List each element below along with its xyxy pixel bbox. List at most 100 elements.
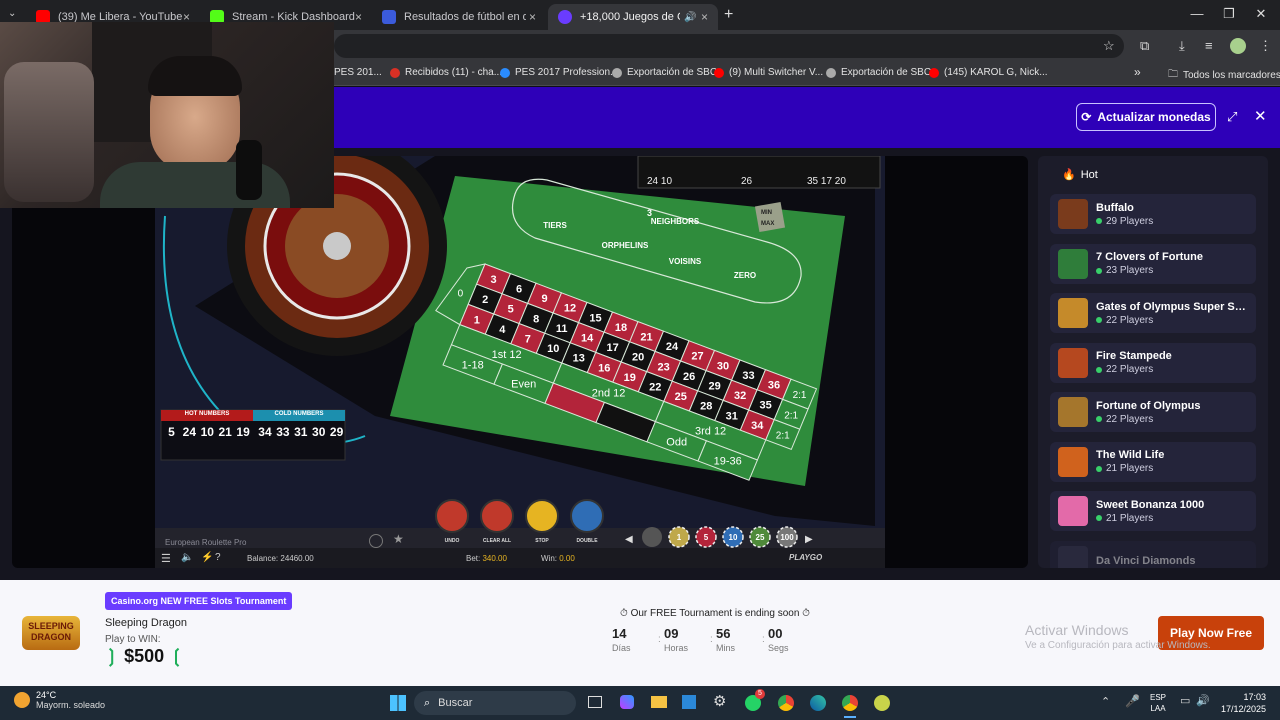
menu-icon[interactable]: ☰ [161,552,171,565]
windows-start-icon[interactable] [390,695,406,711]
download-icon[interactable]: ⤓ [1179,38,1185,54]
number-label: 28 [700,401,712,413]
weather-widget[interactable]: 24°C Mayorm. soleado [14,690,105,710]
task-view-icon[interactable] [588,696,602,708]
language-indicator[interactable]: ESP LAA [1150,692,1166,714]
online-dot-icon [1096,317,1102,323]
control-stop-button[interactable] [525,499,559,533]
history-icon[interactable] [369,534,383,548]
chip-value: 25 [756,533,765,542]
bookmark-label: PES 201... [334,67,382,78]
number-label: 3 [490,274,496,286]
countdown-separator: : [762,634,765,645]
bookmark-item[interactable]: PES 201... [334,67,382,78]
bookmark-item[interactable]: Exportación de SBC [612,67,717,78]
microphone-icon[interactable]: 🎤 [1125,694,1140,708]
promo-logo[interactable]: SLEEPING DRAGON [22,616,80,650]
close-tab-icon[interactable]: × [529,10,536,24]
bookmark-item[interactable]: PES 2017 Profession... [500,67,618,78]
store-icon[interactable] [682,695,696,709]
bookmark-item[interactable]: Exportación de SBC [826,67,931,78]
game-frame[interactable]: 0 3 6 9 12 15 18 21 24 27 30 33 36 2:1 2 5 8 11 14 17 20 23 26… [12,156,1028,568]
hot-game-item[interactable]: Sweet Bonanza 1000 21 Players [1050,491,1256,531]
scoreboard-number: 24 10 [647,176,673,187]
number-label: 35 [760,400,772,412]
hot-game-item[interactable]: The Wild Life 21 Players [1050,441,1256,482]
control-clear-all-button[interactable] [480,499,514,533]
extensions-icon[interactable]: ⧉ [1140,38,1149,54]
tab-casino[interactable]: +18,000 Juegos de Casino 🔊 × [548,4,718,30]
tray-overflow-icon[interactable]: ⌃ [1101,695,1110,708]
sound-icon[interactable]: 🔈 [181,552,193,563]
taskbar-search[interactable]: ⌕ Buscar [414,691,576,715]
fullscreen-icon[interactable]: ⤢ [1227,109,1237,125]
cold-number: 29 [329,425,344,439]
online-dot-icon [1096,416,1102,422]
favorite-star-icon[interactable]: ★ [393,532,404,546]
bookmark-star-icon[interactable]: ☆ [1103,38,1115,54]
file-explorer-icon[interactable] [651,696,667,708]
close-tab-icon[interactable]: × [701,10,708,24]
minimize-button[interactable]: — [1182,6,1212,21]
help-icon[interactable]: ? [215,552,221,563]
balance-readout: Balance: 24460.00 [247,554,314,563]
number-label: 8 [533,313,539,325]
bet-readout: Bet: 340.00 [466,554,507,563]
bookmarks-overflow-button[interactable]: » [1134,65,1141,79]
menu-icon[interactable]: ⋮ [1259,38,1272,54]
address-bar[interactable] [334,34,1124,58]
edge-icon[interactable] [810,695,826,711]
chip-next-icon[interactable]: ▶ [805,534,813,545]
bookmark-item[interactable]: (9) Multi Switcher V... [714,67,823,78]
active-app-indicator [844,716,856,718]
tab-list-chevron-icon[interactable]: ⌄ [8,8,16,19]
media-icon[interactable]: ≡ [1205,38,1213,53]
bookmark-item[interactable]: (145) KAROL G, Nick... [929,67,1048,78]
players-count: 22 Players [1106,413,1154,425]
hot-game-item[interactable]: Fortune of Olympus 22 Players [1050,392,1256,432]
webcam-clothes [4,62,94,202]
countdown-unit: Días [612,643,631,653]
profile-avatar[interactable] [1230,38,1246,54]
hot-game-item[interactable]: 7 Clovers of Fortune 23 Players [1050,243,1256,284]
chip-prev-icon[interactable]: ◀ [625,534,633,545]
copilot-icon[interactable] [620,695,634,709]
volume-icon[interactable]: 🔊 [1196,694,1210,707]
chrome-active-icon[interactable] [842,695,858,711]
new-tab-button[interactable]: + [724,6,733,24]
hot-game-item[interactable]: Buffalo 29 Players [1050,194,1256,234]
online-dot-icon [1096,218,1102,224]
cold-number: 31 [294,425,308,439]
close-window-button[interactable]: ✕ [1246,6,1276,22]
clock-icon: ⏱ [620,608,628,619]
refresh-coins-button[interactable]: ⟳ Actualizar monedas [1076,103,1216,131]
close-game-icon[interactable]: ✕ [1254,107,1267,125]
clock[interactable]: 17:03 17/12/2025 [1218,691,1266,715]
control-undo-button[interactable] [435,499,469,533]
maximize-button[interactable]: ❐ [1214,6,1244,22]
cold-number: 30 [312,425,326,439]
all-bookmarks-label: Todos los marcadores [1183,70,1280,81]
countdown-unit: Segs [768,643,789,653]
number-label: 32 [734,390,746,402]
hot-game-item[interactable]: Gates of Olympus Super Sc... 22 Players [1050,293,1256,333]
number-label: 6 [516,284,522,296]
all-bookmarks-button[interactable]: 🗀 Todos los marcadores [1168,67,1280,84]
tab-futbol[interactable]: Resultados de fútbol en directo × [372,4,546,30]
close-tab-icon[interactable]: × [355,10,362,24]
network-icon[interactable]: ▭ [1180,694,1190,707]
countdown-separator: : [658,634,661,645]
turbo-icon[interactable]: ⚡ [201,552,213,563]
chrome-icon[interactable] [778,695,794,711]
hot-game-item[interactable]: Da Vinci Diamonds [1050,540,1256,568]
bookmark-label: Exportación de SBC [841,67,932,78]
hot-game-text: 7 Clovers of Fortune 23 Players [1096,251,1246,276]
chip-clear-icon[interactable] [642,527,662,547]
roulette-canvas[interactable]: 0 3 6 9 12 15 18 21 24 27 30 33 36 2:1 2 5 8 11 14 17 20 23 26… [155,156,885,568]
hot-game-item[interactable]: Fire Stampede 22 Players [1050,342,1256,383]
bookmark-item[interactable]: Recibidos (11) - cha... [390,67,502,78]
control-double-button[interactable] [570,499,604,533]
countdown-value: 09 [664,626,679,641]
app-icon[interactable] [874,695,890,711]
settings-icon[interactable]: ⚙ [713,692,726,710]
